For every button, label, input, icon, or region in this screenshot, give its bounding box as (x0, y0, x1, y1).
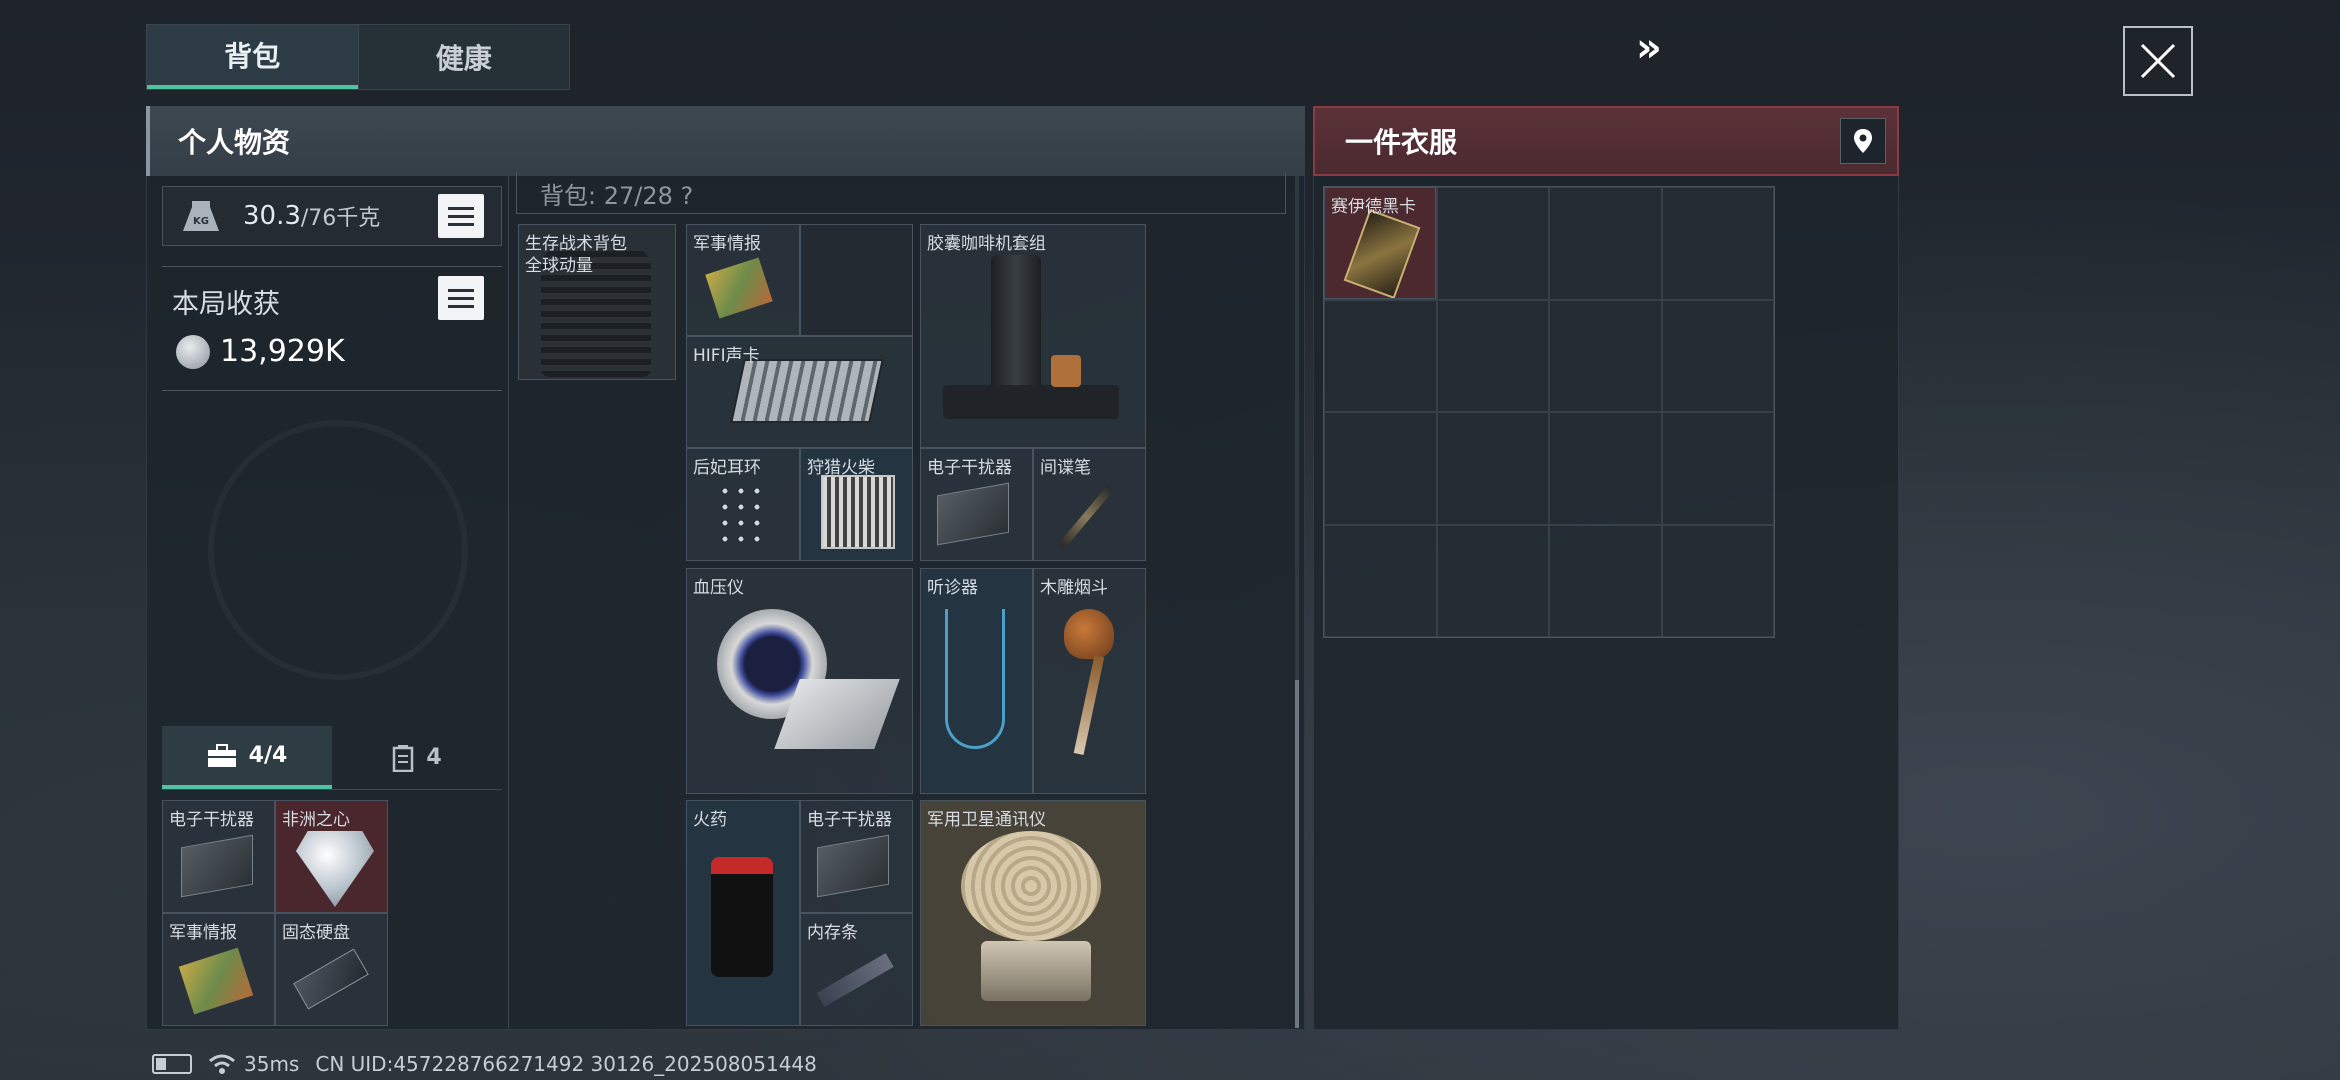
canister-icon (393, 744, 414, 772)
harvest-label: 本局收获 (172, 289, 280, 320)
grid-slot[interactable] (1661, 524, 1774, 637)
backpack-item[interactable]: 胶囊咖啡机套组 (920, 224, 1146, 448)
close-icon (2140, 43, 2176, 79)
backpack-item[interactable]: 火药 (686, 800, 800, 1026)
grid-slot[interactable] (1549, 187, 1662, 300)
pouch-item[interactable]: 非洲之心 (275, 800, 388, 913)
satellite-base-image (981, 941, 1091, 1001)
status-bar: 35ms CN UID:457228766271492 30126_202508… (152, 1052, 817, 1076)
intel-folder-image (178, 947, 254, 1015)
double-chevron-right-icon[interactable]: » (1636, 28, 1676, 72)
gunpowder-image (711, 857, 773, 977)
pipe-stem-image (1073, 655, 1105, 755)
backpack-capacity: 背包: 27/28 ? (540, 182, 694, 210)
black-card-image (1343, 209, 1421, 298)
location-button[interactable] (1840, 118, 1886, 164)
faction-emblem (208, 420, 468, 680)
harvest-value: 13,929K (176, 334, 345, 369)
weight-icon: KG (183, 201, 219, 231)
close-button[interactable] (2123, 26, 2193, 96)
grid-slot[interactable] (1549, 412, 1662, 525)
grid-slot[interactable] (1436, 412, 1549, 525)
pouch-item[interactable]: 固态硬盘 (275, 913, 388, 1026)
location-pin-icon (1854, 129, 1872, 153)
grid-slot[interactable] (1661, 412, 1774, 525)
coin-icon (176, 334, 210, 369)
jammer-image (181, 834, 253, 898)
clothing-item[interactable]: 赛伊德黑卡 (1324, 187, 1436, 299)
backpack-item[interactable]: 军用卫星通讯仪 (920, 800, 1146, 1026)
ping-value: 35ms (244, 1052, 300, 1076)
grid-slot[interactable] (1661, 187, 1774, 300)
divider (162, 390, 502, 391)
stethoscope-image (945, 609, 1005, 749)
backpack-item[interactable]: HIFI声卡 (686, 336, 913, 448)
backpack-item[interactable]: 电子干扰器 (800, 800, 913, 913)
backpack-item[interactable]: 内存条 (800, 913, 913, 1026)
backpack-item[interactable]: 血压仪 (686, 568, 913, 794)
grid-slot[interactable] (1324, 412, 1437, 525)
backpack-item[interactable]: 后妃耳环 (686, 448, 800, 561)
tab-backpack[interactable]: 背包 (147, 25, 358, 89)
grid-slot[interactable] (1549, 524, 1662, 637)
tab-container[interactable]: 4 (332, 726, 502, 789)
diamond-image (296, 831, 374, 907)
backpack-item[interactable]: 军事情报 (686, 224, 800, 336)
harvest-amount: 13,929K (220, 334, 345, 369)
harvest-list-button[interactable] (438, 276, 484, 320)
backpack-item[interactable]: 间谍笔 (1033, 448, 1146, 561)
clothing-panel-title: 一件衣服 (1313, 106, 1899, 176)
briefcase-icon (207, 743, 236, 767)
backpack-item[interactable]: 狩猎火柴 (800, 448, 913, 561)
tab-health[interactable]: 健康 (357, 25, 570, 89)
empty-slot[interactable] (800, 224, 913, 336)
scrollbar-thumb[interactable] (1295, 680, 1299, 1028)
ssd-image (293, 948, 369, 1010)
tab-secure-case[interactable]: 4/4 (162, 726, 332, 789)
coffee-machine-base (943, 385, 1119, 419)
column-divider (508, 176, 509, 1028)
grid-slot[interactable] (1436, 524, 1549, 637)
sound-card-image (730, 359, 884, 423)
weight-max: /76千克 (300, 206, 381, 231)
backpack-slot[interactable]: 生存战术背包 全球动量 (518, 224, 676, 380)
grid-slot[interactable] (1549, 299, 1662, 412)
earring-image (717, 483, 765, 549)
weight-list-button[interactable] (438, 194, 484, 238)
ram-stick-image (816, 953, 894, 1007)
intel-folder-image (705, 257, 773, 319)
spy-pen-image (1058, 485, 1114, 549)
grid-slot[interactable] (1324, 524, 1437, 637)
pipe-bowl-image (1064, 609, 1114, 659)
backpack-item[interactable]: 听诊器 (920, 568, 1033, 794)
uid-text: CN UID:457228766271492 30126_20250805144… (315, 1052, 817, 1076)
grid-slot[interactable] (1661, 299, 1774, 412)
grid-slot[interactable] (1436, 187, 1549, 300)
jammer-image (937, 482, 1009, 546)
grid-slot[interactable] (1436, 299, 1549, 412)
grid-slot[interactable] (1324, 299, 1437, 412)
pouch-item[interactable]: 电子干扰器 (162, 800, 275, 913)
divider (162, 266, 502, 267)
weight-current: 30.3 (243, 201, 301, 231)
coffee-machine-image (991, 255, 1041, 395)
pouch-tabs: 4/4 4 (162, 726, 502, 790)
backpack-item[interactable]: 木雕烟斗 (1033, 568, 1146, 794)
battery-icon (152, 1054, 192, 1074)
top-tabs: 背包 健康 (146, 24, 570, 90)
satellite-dish-image (961, 831, 1101, 941)
panel-title: 个人物资 (146, 106, 1305, 176)
jammer-image (817, 834, 889, 898)
cups-image (1051, 355, 1081, 387)
backpack-item[interactable]: 电子干扰器 (920, 448, 1033, 561)
pouch-item[interactable]: 军事情报 (162, 913, 275, 1026)
wifi-icon (209, 1054, 235, 1074)
matches-image (821, 475, 895, 549)
